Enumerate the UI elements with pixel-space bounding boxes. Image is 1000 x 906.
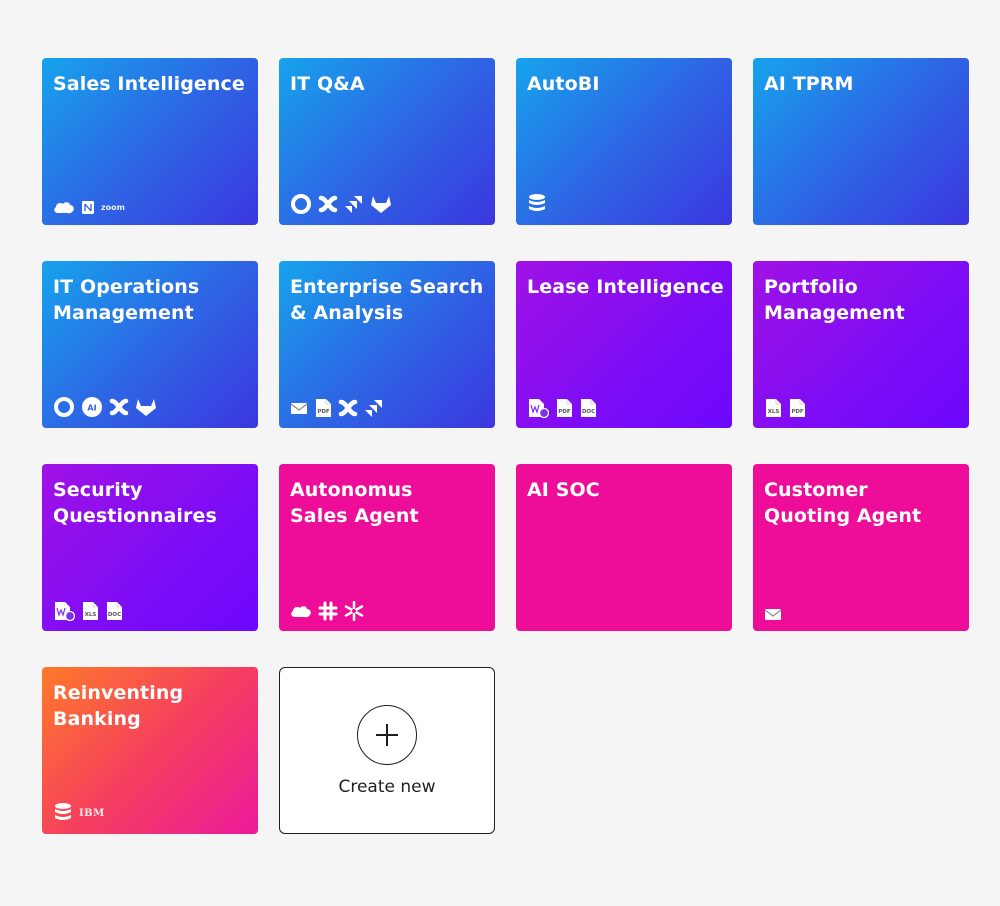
card-title: Enterprise Search & Analysis [290, 276, 484, 324]
mail-icon [290, 401, 308, 415]
card-security-questionnaires[interactable]: Security Questionnaires XLS DOC [42, 464, 258, 631]
jira-icon [364, 398, 384, 418]
confluence-icon [109, 397, 129, 417]
xls-icon: XLS [81, 601, 99, 621]
card-sales-intelligence[interactable]: Sales Intelligence zoom [42, 58, 258, 225]
gitlab-icon [135, 397, 157, 417]
card-title: Reinventing Banking [53, 682, 184, 730]
card-title: AI TPRM [764, 73, 854, 95]
salesforce-icon [290, 604, 312, 619]
integration-logos: PDF DOC [527, 398, 597, 418]
card-title: IT Q&A [290, 73, 365, 95]
ibm-icon: IBM [79, 807, 105, 819]
card-enterprise-search-analysis[interactable]: Enterprise Search & Analysis PDF [279, 261, 495, 428]
svg-text:XLS: XLS [85, 612, 97, 618]
integration-logos [527, 193, 547, 215]
gitlab-icon [370, 194, 392, 214]
svg-text:PDF: PDF [558, 409, 571, 415]
integration-logos: zoom [53, 200, 125, 215]
svg-text:DOC: DOC [108, 612, 121, 618]
pdf-icon: PDF [555, 398, 573, 418]
card-title: Customer Quoting Agent [764, 479, 922, 527]
mail-icon [764, 607, 782, 621]
okta-icon [53, 396, 75, 418]
svg-text:XLS: XLS [768, 409, 780, 415]
card-portfolio-management[interactable]: Portfolio Management XLS PDF [753, 261, 969, 428]
card-title: Portfolio Management [764, 276, 905, 324]
integration-logos: PDF [290, 398, 384, 418]
integration-logos [764, 607, 782, 621]
confluence-icon [318, 194, 338, 214]
card-title: Autonomus Sales Agent [290, 479, 419, 527]
card-title: AI SOC [527, 479, 600, 501]
salesforce-icon [53, 200, 75, 215]
card-title: Lease Intelligence [527, 276, 724, 298]
card-reinventing-banking[interactable]: Reinventing Banking IBM [42, 667, 258, 834]
xls-icon: XLS [764, 398, 782, 418]
svg-text:PDF: PDF [317, 409, 330, 415]
word-file-icon [53, 601, 75, 621]
database-icon [527, 193, 547, 215]
integration-logos [290, 601, 364, 621]
pdf-icon: PDF [788, 398, 806, 418]
agents-grid: Sales Intelligence zoom IT Q&A AutoBI AI TPR… [42, 58, 969, 834]
doc-icon: DOC [579, 398, 597, 418]
confluence-icon [338, 398, 358, 418]
pdf-icon: PDF [314, 398, 332, 418]
plus-icon[interactable] [357, 704, 417, 765]
doc-icon: DOC [105, 601, 123, 621]
card-ai-soc[interactable]: AI SOC [516, 464, 732, 631]
integration-logos [290, 193, 392, 215]
jira-icon [344, 194, 364, 214]
word-file-icon [527, 398, 549, 418]
database-icon [53, 802, 73, 824]
notion-icon [81, 200, 95, 215]
okta-icon [290, 193, 312, 215]
integration-logos: XLS PDF [764, 398, 806, 418]
svg-text:PDF: PDF [791, 409, 804, 415]
card-customer-quoting-agent[interactable]: Customer Quoting Agent [753, 464, 969, 631]
card-ai-tprm[interactable]: AI TPRM [753, 58, 969, 225]
card-title: IT Operations Management [53, 276, 200, 324]
integration-logos: XLS DOC [53, 601, 123, 621]
card-it-q-a[interactable]: IT Q&A [279, 58, 495, 225]
card-title: AutoBI [527, 73, 600, 95]
integration-logos: IBM [53, 802, 105, 824]
card-autobi[interactable]: AutoBI [516, 58, 732, 225]
card-autonomus-sales-agent[interactable]: Autonomus Sales Agent [279, 464, 495, 631]
snowflake-icon [344, 601, 364, 621]
create-new-label: Create new [338, 776, 436, 797]
zoom-icon: zoom [101, 203, 125, 212]
card-title: Security Questionnaires [53, 479, 217, 527]
card-lease-intelligence[interactable]: Lease Intelligence PDF DOC [516, 261, 732, 428]
svg-text:DOC: DOC [582, 409, 595, 415]
integration-logos: AI [53, 396, 157, 418]
create-new-card[interactable]: Create new [279, 667, 495, 834]
svg-text:AI: AI [87, 404, 96, 413]
ai-icon: AI [81, 396, 103, 418]
slack-icon [318, 601, 338, 621]
card-it-operations-management[interactable]: IT Operations Management AI [42, 261, 258, 428]
card-title: Sales Intelligence [53, 73, 245, 95]
